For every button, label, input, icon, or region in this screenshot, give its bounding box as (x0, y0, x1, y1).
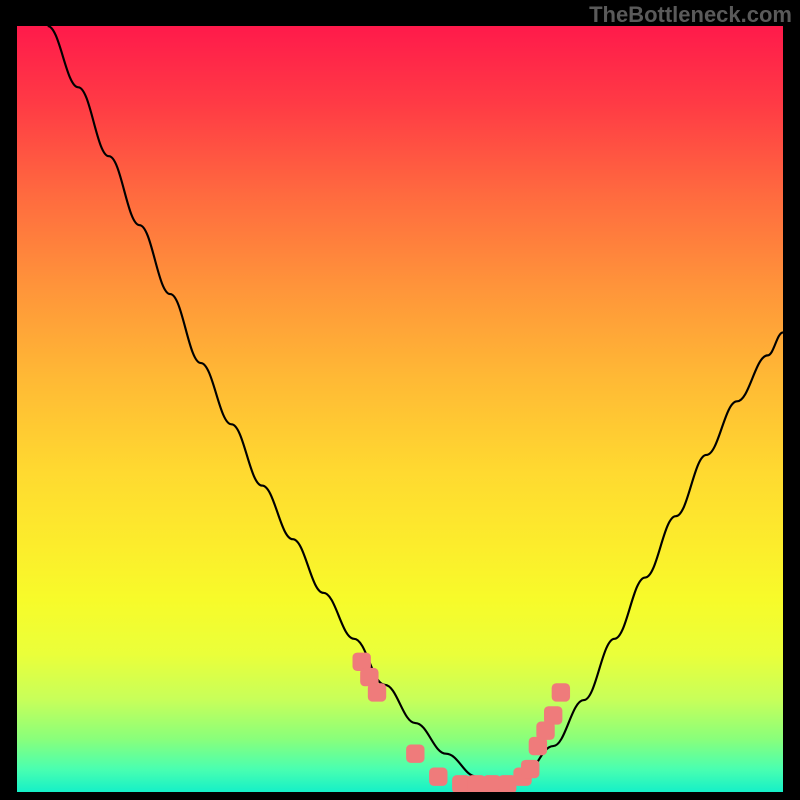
plot-area (15, 24, 785, 794)
measured-point (521, 760, 539, 778)
measured-point (552, 683, 570, 701)
watermark-text: TheBottleneck.com (589, 2, 792, 28)
measured-point (544, 706, 562, 724)
chart-frame: TheBottleneck.com (0, 0, 800, 800)
bottleneck-curve (48, 26, 783, 784)
measured-point (429, 767, 447, 785)
measured-point (406, 745, 424, 763)
curve-layer (17, 26, 783, 792)
measured-points-group (353, 653, 571, 792)
measured-point (368, 683, 386, 701)
